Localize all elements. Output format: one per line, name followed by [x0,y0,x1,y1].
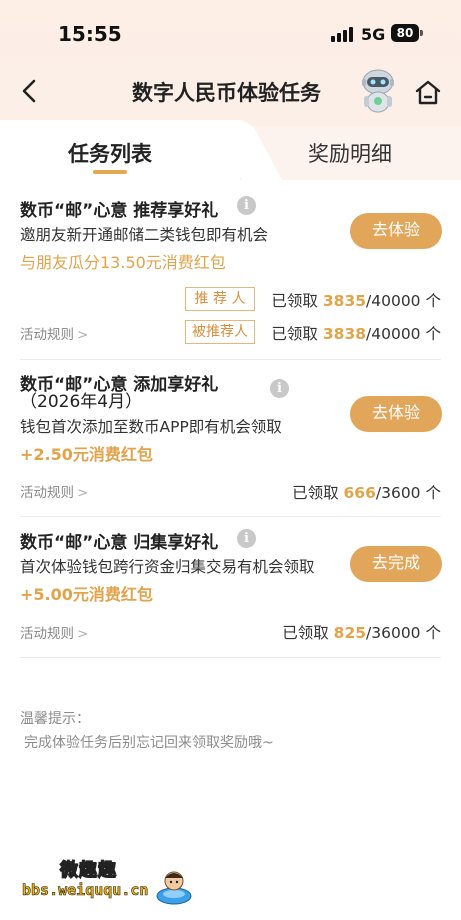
tab-active-indicator [93,170,127,174]
try-button[interactable]: 去体验 [350,396,442,432]
activity-rules-link[interactable]: 活动规则 > [20,481,88,501]
divider [20,516,441,517]
activity-rules-link[interactable]: 活动规则 > [20,323,88,343]
signal-icon [331,26,353,42]
battery-tip [420,30,423,36]
status-bar: 15:55 5G 80 [0,0,461,66]
task-title: 数币“邮”心意 推荐享好礼 [20,201,219,221]
divider [20,657,441,658]
info-icon[interactable]: i [270,379,289,398]
info-icon[interactable]: i [237,196,256,215]
task-description: 钱包首次添加至数币APP即有机会领取 [20,418,282,436]
task-title-date: （2026年4月） [20,392,143,412]
home-icon[interactable] [413,78,443,106]
tips-title: 温馨提示： [20,711,90,727]
task-title: 数币“邮”心意 归集享好礼 [20,533,219,553]
task-description: 首次体验钱包跨行资金归集交易有机会领取 [20,558,315,576]
try-button[interactable]: 去体验 [350,213,442,249]
divider [20,359,441,360]
tips-body: 完成体验任务后别忘记回来领取奖励哦~ [24,735,274,751]
battery-icon: 80 [391,24,419,42]
referee-tag: 被推荐人 [185,320,255,344]
watermark-mascot-icon [156,871,192,905]
status-time: 15:55 [58,22,122,46]
info-icon[interactable]: i [237,529,256,548]
watermark-title: 微趣趣 [59,859,117,881]
watermark-url: bbs.weiququ.cn [22,881,149,900]
referrer-tag: 推 荐 人 [185,287,255,311]
claim-progress: 已领取 825/36000 个 [282,624,441,642]
task-reward: +2.50元消费红包 [20,445,153,464]
tab-reward-details[interactable]: 奖励明细 [280,138,420,168]
claim-progress: 已领取 3835/40000 个 [271,292,441,310]
robot-mascot-icon[interactable] [356,68,400,114]
task-reward: 与朋友瓜分13.50元消费红包 [20,253,226,272]
claim-progress: 已领取 3838/40000 个 [271,325,441,343]
network-type: 5G [361,25,386,44]
tab-task-list[interactable]: 任务列表 [40,138,180,168]
activity-rules-link[interactable]: 活动规则 > [20,622,88,642]
task-reward: +5.00元消费红包 [20,585,153,604]
complete-button[interactable]: 去完成 [350,546,442,582]
task-description: 邀朋友新开通邮储二类钱包即有机会 [20,226,269,244]
claim-progress: 已领取 666/3600 个 [292,484,441,502]
